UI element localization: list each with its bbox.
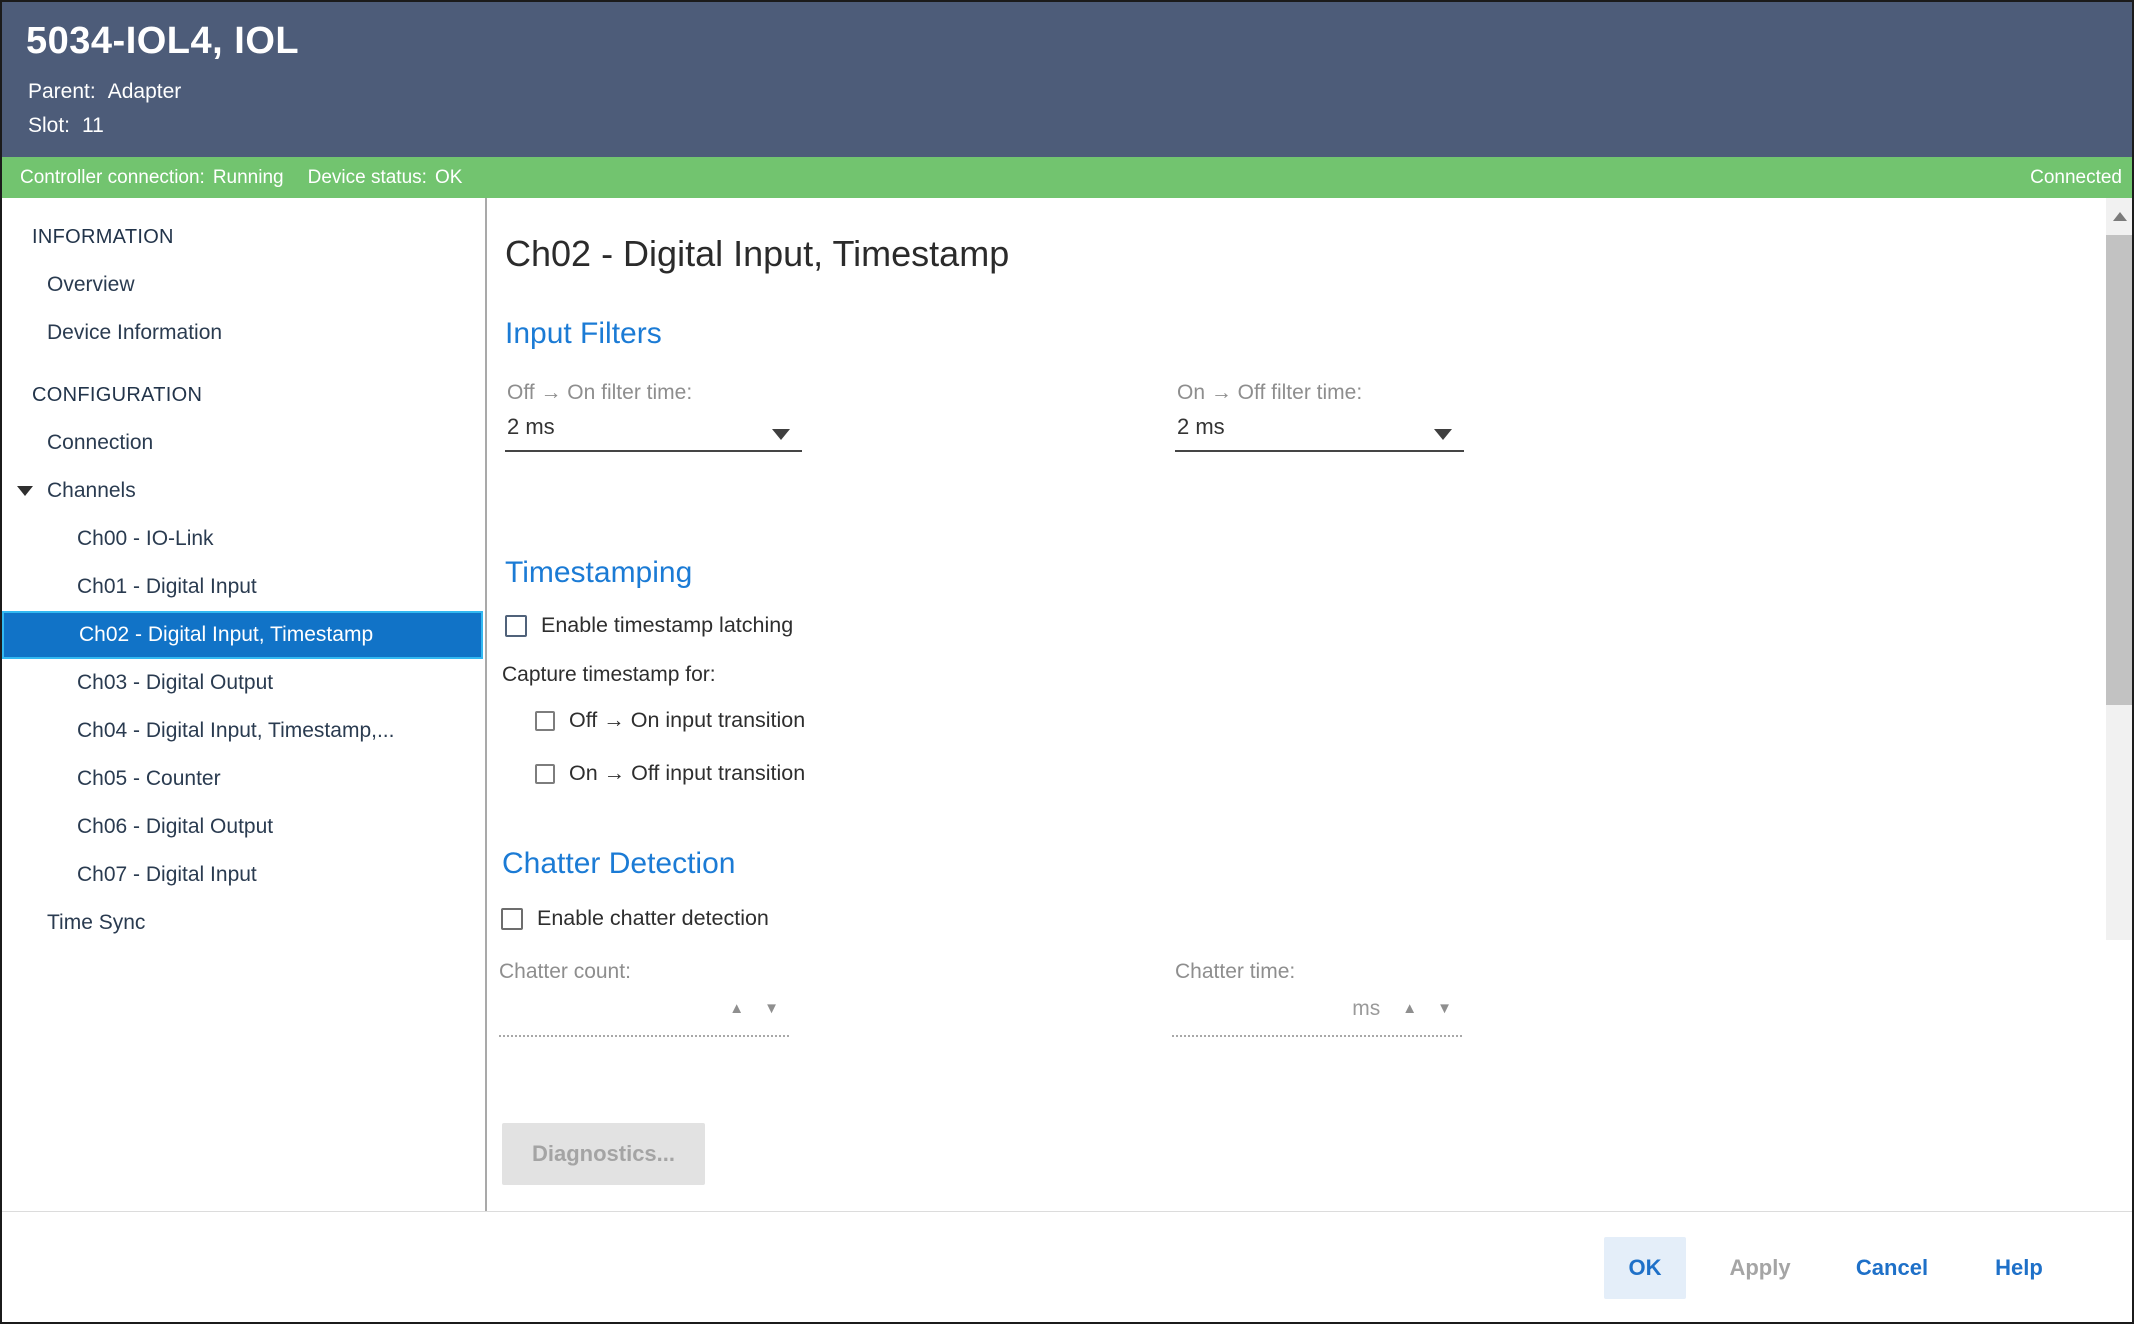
off-on-filter-time-label: Off → On filter time:	[507, 381, 692, 405]
spin-down-icon[interactable]: ▼	[764, 999, 779, 1019]
off-on-transition-label: Off → On input transition	[569, 708, 805, 733]
scroll-up-icon[interactable]	[2113, 212, 2127, 221]
cancel-button[interactable]: Cancel	[1842, 1237, 1942, 1299]
spin-up-icon[interactable]: ▲	[1402, 999, 1417, 1019]
off-on-transition-checkbox[interactable]	[535, 711, 555, 731]
section-input-filters: Input Filters	[505, 317, 662, 351]
section-chatter-detection: Chatter Detection	[502, 847, 735, 881]
chatter-count-spinner: ▲ ▼	[499, 995, 789, 1037]
sidebar-item-connection[interactable]: Connection	[2, 419, 483, 467]
sidebar-section-configuration: CONFIGURATION Connection Channels Ch00 - IO…	[2, 371, 483, 937]
parent-label: Parent:	[28, 80, 96, 104]
sidebar-divider	[485, 198, 487, 1211]
chevron-down-icon	[772, 429, 790, 440]
chatter-time-unit: ms	[1352, 999, 1380, 1019]
parent-value: Adapter	[108, 80, 182, 104]
channel-page-title: Ch02 - Digital Input, Timestamp	[505, 233, 1009, 275]
expander-triangle-icon[interactable]	[17, 486, 33, 496]
sidebar-item-ch01-digital-input[interactable]: Ch01 - Digital Input	[2, 563, 483, 611]
on-off-filter-time-value: 2 ms	[1177, 414, 1225, 440]
chatter-count-label: Chatter count:	[499, 960, 631, 984]
on-off-filter-time-label: On → Off filter time:	[1177, 381, 1362, 405]
page-title: 5034-IOL4, IOL	[26, 20, 299, 63]
category-sidebar: INFORMATION Overview Device Information CON…	[2, 198, 483, 937]
enable-chatter-detection-label: Enable chatter detection	[537, 906, 769, 931]
sidebar-item-ch00-io-link[interactable]: Ch00 - IO-Link	[2, 515, 483, 563]
enable-timestamp-latching-checkbox[interactable]	[505, 615, 527, 637]
sidebar-item-ch03-digital-output[interactable]: Ch03 - Digital Output	[2, 659, 483, 707]
sidebar-item-device-information[interactable]: Device Information	[2, 309, 483, 357]
sidebar-item-label: Ch05 - Counter	[77, 767, 221, 791]
enable-timestamp-latching-row: Enable timestamp latching	[505, 613, 793, 638]
sidebar-item-overview[interactable]: Overview	[2, 261, 483, 309]
on-off-filter-time-dropdown[interactable]: 2 ms	[1175, 412, 1464, 452]
sidebar-item-ch04-digital-input-timestamp[interactable]: Ch04 - Digital Input, Timestamp,...	[2, 707, 483, 755]
diagnostics-button[interactable]: Diagnostics...	[502, 1123, 705, 1185]
sidebar-item-label: Ch06 - Digital Output	[77, 815, 273, 839]
status-bar: Controller connection: Running Device st…	[2, 157, 2132, 198]
controller-connection-value: Running	[213, 167, 284, 189]
chevron-down-icon	[1434, 429, 1452, 440]
footer-divider	[2, 1211, 2132, 1212]
chatter-time-spinner: ms ▲ ▼	[1172, 995, 1462, 1037]
sidebar-item-label: Ch04 - Digital Input, Timestamp,...	[77, 719, 394, 743]
off-on-filter-time-value: 2 ms	[507, 414, 555, 440]
on-off-transition-label: On → Off input transition	[569, 761, 805, 786]
enable-chatter-detection-checkbox[interactable]	[501, 908, 523, 930]
help-button[interactable]: Help	[1977, 1237, 2061, 1299]
apply-button[interactable]: Apply	[1714, 1237, 1806, 1299]
chatter-time-label: Chatter time:	[1175, 960, 1295, 984]
off-on-filter-time-dropdown[interactable]: 2 ms	[505, 412, 802, 452]
on-off-transition-row: On → Off input transition	[535, 761, 805, 786]
capture-timestamp-for-label: Capture timestamp for:	[502, 663, 716, 687]
slot-label: Slot:	[28, 114, 70, 138]
connection-status-badge: Connected	[2030, 167, 2122, 189]
sidebar-item-ch06-digital-output[interactable]: Ch06 - Digital Output	[2, 803, 483, 851]
sidebar-item-label: Ch07 - Digital Input	[77, 863, 257, 887]
scrollbar-thumb[interactable]	[2106, 235, 2134, 705]
section-timestamping: Timestamping	[505, 556, 692, 590]
enable-timestamp-latching-label: Enable timestamp latching	[541, 613, 793, 638]
sidebar-section-header: CONFIGURATION	[2, 371, 483, 419]
sidebar-item-ch05-counter[interactable]: Ch05 - Counter	[2, 755, 483, 803]
sidebar-item-label: Channels	[47, 479, 136, 503]
sidebar-item-label: Connection	[47, 431, 153, 455]
slot-value: 11	[82, 114, 104, 138]
on-off-transition-checkbox[interactable]	[535, 764, 555, 784]
sidebar-item-label: Ch01 - Digital Input	[77, 575, 257, 599]
device-properties-window: 5034-IOL4, IOL Parent: Adapter Slot: 11 …	[0, 0, 2134, 1324]
spin-down-icon[interactable]: ▼	[1437, 999, 1452, 1019]
controller-connection-label: Controller connection:	[20, 167, 205, 189]
sidebar-item-label: Ch02 - Digital Input, Timestamp	[79, 623, 373, 647]
sidebar-section-information: INFORMATION Overview Device Information	[2, 213, 483, 357]
sidebar-item-label: Time Sync	[47, 911, 145, 935]
sidebar-section-header: INFORMATION	[2, 213, 483, 261]
sidebar-item-ch02-digital-input-timestamp[interactable]: Ch02 - Digital Input, Timestamp	[2, 611, 483, 659]
sidebar-item-ch07-digital-input[interactable]: Ch07 - Digital Input	[2, 851, 483, 899]
sidebar-item-label: Device Information	[47, 321, 222, 345]
sidebar-item-time-sync[interactable]: Time Sync	[2, 899, 483, 937]
vertical-scrollbar[interactable]	[2106, 198, 2134, 940]
spin-up-icon[interactable]: ▲	[729, 999, 744, 1019]
ok-button[interactable]: OK	[1604, 1237, 1686, 1299]
sidebar-item-label: Ch00 - IO-Link	[77, 527, 214, 551]
window-header: 5034-IOL4, IOL Parent: Adapter Slot: 11	[2, 2, 2132, 157]
enable-chatter-detection-row: Enable chatter detection	[501, 906, 769, 931]
sidebar-item-channels[interactable]: Channels	[2, 467, 483, 515]
sidebar-item-label: Overview	[47, 273, 135, 297]
off-on-transition-row: Off → On input transition	[535, 708, 805, 733]
device-status-label: Device status:	[308, 167, 427, 189]
sidebar-item-label: Ch03 - Digital Output	[77, 671, 273, 695]
device-status-value: OK	[435, 167, 462, 189]
